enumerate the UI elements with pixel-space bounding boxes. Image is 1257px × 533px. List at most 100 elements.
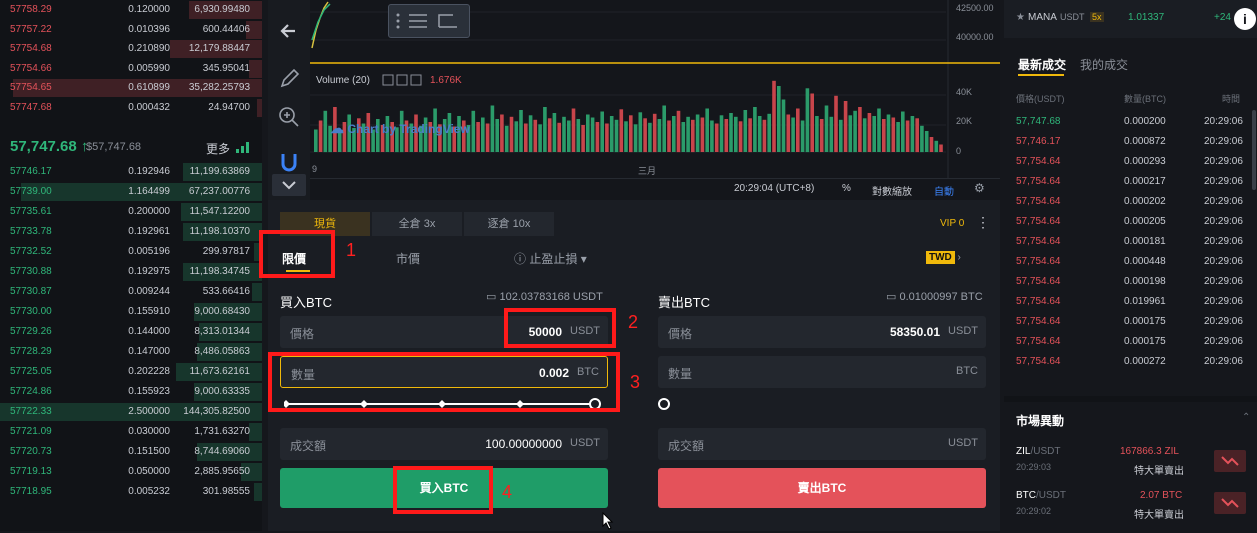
order-type-market[interactable]: 市價 (396, 250, 420, 267)
volume-tick-1: 40K (956, 87, 973, 97)
price-chart[interactable]: Volume (20) 1.676K ☁ Chart by TradingVie… (310, 0, 1000, 200)
trade-row[interactable]: 57,754.64 0.000181 20:29:06 (1004, 232, 1257, 252)
trade-row[interactable]: 57,754.64 0.000198 20:29:06 (1004, 272, 1257, 292)
orderbook-amount: 0.144000 (128, 326, 170, 337)
orderbook-row[interactable]: 57730.87 0.009244 533.66416 (0, 282, 262, 302)
orderbook-row[interactable]: 57739.00 1.164499 67,237.00776 (0, 182, 262, 202)
orderbook-row[interactable]: 57735.61 0.200000 11,547.12200 (0, 202, 262, 222)
order-type-stop[interactable]: ⓘ 止盈止損 ▾ (514, 250, 587, 267)
trade-time: 20:29:06 (1204, 356, 1243, 367)
trade-row[interactable]: 57,754.64 0.019961 20:29:06 (1004, 292, 1257, 312)
orderbook-price: 57733.78 (10, 226, 52, 237)
favorite-star-icon[interactable]: ★ (1016, 12, 1025, 23)
trades-scrollbar[interactable] (1252, 110, 1256, 190)
back-arrow-icon[interactable] (276, 18, 302, 44)
pencil-icon[interactable] (276, 66, 302, 92)
volume-bar (657, 119, 662, 152)
depth-chart-icon[interactable] (236, 141, 250, 153)
annotation-label-2: 2 (628, 312, 639, 332)
more-link[interactable]: 更多 (206, 140, 230, 157)
trade-row[interactable]: 57,747.68 0.000200 20:29:06 (1004, 112, 1257, 132)
log-scale-toggle[interactable]: 對數縮放 (872, 183, 912, 198)
trade-row[interactable]: 57,754.64 0.000205 20:29:06 (1004, 212, 1257, 232)
trade-row[interactable]: 57,754.64 0.000202 20:29:06 (1004, 192, 1257, 212)
mouse-cursor-icon (602, 511, 614, 530)
orderbook-row[interactable]: 57730.88 0.192975 11,198.34745 (0, 262, 262, 282)
volume-bar (485, 123, 490, 152)
settings-gear-icon[interactable]: ⚙ (974, 181, 985, 195)
orderbook-row[interactable]: 57721.09 0.030000 1,731.63270 (0, 422, 262, 442)
trade-amount: 0.000175 (1124, 336, 1166, 347)
buy-total-value[interactable]: 100.00000000 (485, 437, 562, 451)
orderbook-row[interactable]: 57732.52 0.005196 299.97817 (0, 242, 262, 262)
tab-cross-margin[interactable]: 全倉 3x (372, 212, 462, 236)
trade-row[interactable]: 57,754.64 0.000448 20:29:06 (1004, 252, 1257, 272)
trade-row[interactable]: 57,754.64 0.000175 20:29:06 (1004, 332, 1257, 352)
volume-bar (934, 140, 939, 153)
buy-price-label: 價格 (290, 327, 315, 341)
info-icon[interactable]: i (1234, 8, 1256, 30)
volume-bar (500, 114, 504, 152)
drawing-tools-popup[interactable] (388, 4, 470, 38)
buy-total-field[interactable]: 成交額 100.00000000 USDT (280, 428, 608, 460)
orderbook-row[interactable]: 57747.68 0.000432 24.94700 (0, 98, 262, 118)
orderbook-row[interactable]: 57754.65 0.610899 35,282.25793 (0, 78, 262, 98)
volume-bar (777, 86, 781, 152)
sell-btc-button[interactable]: 賣出BTC (658, 468, 986, 508)
trade-price: 57,754.64 (1016, 176, 1061, 187)
vip-badge[interactable]: VIP 0 (940, 218, 964, 229)
orderbook-price: 57730.87 (10, 286, 52, 297)
sell-price-value[interactable]: 58350.01 (890, 325, 940, 339)
twd-badge[interactable]: TWD › (926, 251, 961, 264)
mover-zil[interactable]: ZIL/USDT (1016, 446, 1060, 457)
orderbook-row[interactable]: 57728.29 0.147000 8,486.05863 (0, 342, 262, 362)
volume-bar (848, 115, 853, 153)
trade-row[interactable]: 57,746.17 0.000872 20:29:06 (1004, 132, 1257, 152)
collapse-caret-icon[interactable]: ⌃ (1242, 412, 1250, 423)
more-options-icon[interactable]: ⋮ (976, 214, 990, 231)
orderbook-row[interactable]: 57720.73 0.151500 8,744.69060 (0, 442, 262, 462)
buy-total-unit: USDT (570, 437, 600, 449)
orderbook-row[interactable]: 57746.17 0.192946 11,199.63869 (0, 162, 262, 182)
ticker-row[interactable]: ★ MANA USDT 5x 1.01337 +24 (1004, 0, 1257, 38)
volume-indicator-controls[interactable] (382, 74, 428, 86)
orderbook-row[interactable]: 57754.66 0.005990 345.95041 (0, 59, 262, 79)
trade-row[interactable]: 57,754.64 0.000217 20:29:06 (1004, 172, 1257, 192)
orderbook-row[interactable]: 57724.86 0.155923 9,000.63335 (0, 382, 262, 402)
trade-time: 20:29:06 (1204, 276, 1243, 287)
orderbook-row[interactable]: 57758.29 0.120000 6,930.99480 (0, 0, 262, 20)
trade-amount: 0.000200 (1124, 116, 1166, 127)
orderbook-row[interactable]: 57733.78 0.192961 11,198.10370 (0, 222, 262, 242)
orderbook-total: 301.98555 (202, 486, 250, 497)
orderbook-row[interactable]: 57757.22 0.010396 600.44406 (0, 20, 262, 40)
percent-toggle[interactable]: % (842, 183, 851, 194)
orderbook-row[interactable]: 57719.13 0.050000 2,885.95650 (0, 462, 262, 482)
mover-btc[interactable]: BTC/USDT (1016, 490, 1066, 501)
tab-my-trades[interactable]: 我的成交 (1080, 56, 1128, 73)
sell-quantity-field[interactable]: 數量 BTC (658, 356, 986, 388)
down-trend-icon (1214, 450, 1246, 472)
orderbook-row[interactable]: 57718.95 0.005232 301.98555 (0, 482, 262, 502)
orderbook-amount: 0.120000 (128, 4, 170, 15)
volume-bar (490, 105, 495, 152)
volume-bar (877, 108, 881, 152)
orderbook-row[interactable]: 57730.00 0.155910 9,000.68430 (0, 302, 262, 322)
orderbook-row[interactable]: 57754.68 0.210890 12,179.88447 (0, 39, 262, 59)
orderbook-row[interactable]: 57729.26 0.144000 8,313.01344 (0, 322, 262, 342)
tab-latest-trades[interactable]: 最新成交 (1018, 56, 1066, 73)
orderbook-row[interactable]: 57722.33 2.500000 144,305.82500 (0, 402, 262, 422)
magnet-icon[interactable] (276, 150, 302, 176)
sell-amount-slider[interactable] (658, 398, 678, 410)
price-tick-2: 40000.00 (956, 32, 994, 42)
orderbook-amount: 0.610899 (128, 82, 170, 94)
auto-scale-toggle[interactable]: 自動 (934, 183, 954, 198)
zoom-icon[interactable] (276, 104, 302, 130)
collapse-icon[interactable] (272, 174, 306, 196)
orderbook-row[interactable]: 57725.05 0.202228 11,673.62161 (0, 362, 262, 382)
sell-price-field[interactable]: 價格 58350.01 USDT (658, 316, 986, 348)
trade-row[interactable]: 57,754.64 0.000272 20:29:06 (1004, 352, 1257, 372)
sell-total-field[interactable]: 成交額 USDT (658, 428, 986, 460)
tab-isolated-margin[interactable]: 逐倉 10x (464, 212, 554, 236)
trade-row[interactable]: 57,754.64 0.000293 20:29:06 (1004, 152, 1257, 172)
trade-row[interactable]: 57,754.64 0.000175 20:29:06 (1004, 312, 1257, 332)
